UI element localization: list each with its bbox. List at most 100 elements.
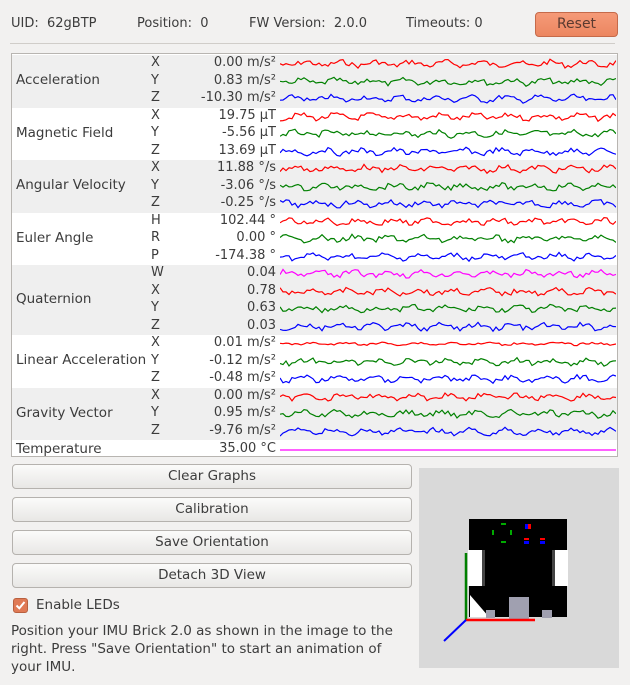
checkmark-icon: [15, 601, 26, 610]
sensor-value: -3.06 °/s: [220, 177, 276, 193]
axis-label: Z: [151, 422, 160, 438]
graph-line: [280, 128, 616, 139]
bottom-pad-right: [542, 610, 552, 618]
sensor-graph: [280, 216, 616, 226]
imu-3d-view[interactable]: [419, 468, 619, 668]
axis-label: Y: [151, 405, 159, 420]
sensor-graph: [280, 181, 616, 191]
sensor-value: 0.00 m/s²: [213, 387, 276, 403]
sensor-graph: [280, 93, 616, 104]
graph-line: [280, 408, 616, 419]
axis-label: Y: [151, 72, 159, 88]
graph-line: [280, 303, 616, 314]
usb-connector: [509, 597, 529, 620]
led-red: [540, 538, 545, 540]
led-green: [501, 541, 506, 543]
axis-label: Z: [151, 142, 160, 158]
sensor-graph: [280, 425, 616, 437]
sensor-group-title: Acceleration: [16, 72, 100, 89]
led-green: [510, 530, 512, 535]
sensor-group-euler-angle: Euler Angle H 102.44 ° R 0.00 ° P -174.38 °: [12, 212, 617, 265]
axis-label: W: [151, 265, 164, 280]
graph-line: [280, 181, 616, 191]
sensor-value: 102.44 °: [219, 212, 276, 228]
enable-leds-checkbox[interactable]: [13, 598, 28, 613]
sensor-graph: [280, 408, 616, 419]
detach-3d-view-button[interactable]: Detach 3D View: [12, 563, 412, 588]
sensor-graph: [280, 286, 616, 297]
sensor-value: 0.00 m/s²: [213, 55, 276, 70]
axis-label: R: [151, 230, 161, 245]
axis-label: Z: [151, 370, 160, 385]
sensor-graph: [280, 76, 616, 87]
save-orientation-button[interactable]: Save Orientation: [12, 530, 412, 555]
sensor-graph: [280, 128, 616, 139]
sensor-value: 0.63: [247, 300, 276, 315]
graph-line: [280, 425, 616, 437]
led-red: [524, 538, 529, 540]
sensor-group-acceleration: Acceleration X 0.00 m/s² Y 0.83 m/s² Z -10.30 …: [12, 55, 617, 108]
uid-label: UID: 62gBTP: [11, 16, 97, 31]
axis-label: X: [151, 387, 160, 403]
brick-connector-right: [555, 550, 568, 586]
sensor-table: Acceleration X 0.00 m/s² Y 0.83 m/s² Z -10.30 …: [11, 53, 618, 457]
sensor-group-linear-acceleration: Linear Acceleration X 0.01 m/s² Y -0.12 m/s²…: [12, 335, 617, 388]
axis-label: X: [151, 282, 160, 298]
sensor-graph: [280, 251, 616, 262]
axis-label: Y: [151, 125, 159, 140]
led-blue: [524, 541, 529, 544]
reset-button[interactable]: Reset: [535, 12, 618, 37]
axis-label: X: [151, 160, 160, 175]
sensor-graph: [280, 356, 616, 367]
graph-line: [280, 146, 616, 157]
sensor-group-title: Gravity Vector: [16, 404, 113, 421]
graph-line: [280, 233, 616, 244]
graph-line: [280, 356, 616, 367]
sensor-value: 0.00 °: [236, 230, 276, 245]
graph-line: [280, 198, 616, 209]
sensor-value: 35.00 °C: [219, 441, 276, 456]
graph-line: [280, 341, 616, 347]
uid-value: 62gBTP: [47, 16, 97, 31]
sensor-group-title: Temperature: [16, 440, 102, 457]
status-header: UID: 62gBTP Position: 0 FW Version: 2.0.…: [0, 0, 630, 48]
sensor-graph: [280, 198, 616, 209]
fw-version-label: FW Version: 2.0.0: [249, 16, 367, 31]
enable-leds-label: Enable LEDs: [36, 597, 120, 613]
sensor-value: -10.30 m/s²: [200, 90, 276, 105]
axis-label: Y: [151, 352, 159, 368]
axis-label: Z: [151, 195, 160, 210]
brick-connector-left: [468, 550, 482, 586]
led-red: [528, 524, 531, 529]
timeouts-label: Timeouts: 0: [406, 16, 483, 31]
graph-line: [280, 76, 616, 87]
header-divider: [10, 43, 615, 44]
axis-label: X: [151, 335, 160, 350]
position-label: Position: 0: [137, 16, 209, 31]
led-green: [501, 523, 506, 525]
graph-line: [280, 268, 616, 279]
sensor-group-title: Euler Angle: [16, 229, 94, 246]
calibration-button[interactable]: Calibration: [12, 497, 412, 522]
sensor-graph: [280, 449, 616, 451]
graph-line: [280, 391, 616, 402]
axis-label: Y: [151, 177, 159, 193]
led-blue: [525, 524, 528, 529]
sensor-group-title: Quaternion: [16, 291, 92, 307]
bottom-pad-left: [486, 610, 495, 618]
sensor-value: 0.95 m/s²: [213, 405, 276, 420]
clear-graphs-button[interactable]: Clear Graphs: [12, 464, 412, 489]
sensor-graph: [280, 163, 616, 175]
graph-line: [280, 58, 616, 70]
sensor-graph: [280, 233, 616, 244]
graph-line: [280, 163, 616, 175]
sensor-value: 11.88 °/s: [216, 160, 276, 175]
sensor-graph: [280, 373, 616, 385]
graph-line: [280, 251, 616, 262]
sensor-value: -0.25 °/s: [220, 195, 276, 210]
axis-label: Y: [151, 300, 159, 315]
imu-brick-model: [443, 519, 568, 642]
axis-label: Z: [151, 317, 160, 333]
led-blue: [540, 541, 545, 544]
sensor-group-gravity-vector: Gravity Vector X 0.00 m/s² Y 0.95 m/s² Z -9.76…: [12, 387, 617, 440]
